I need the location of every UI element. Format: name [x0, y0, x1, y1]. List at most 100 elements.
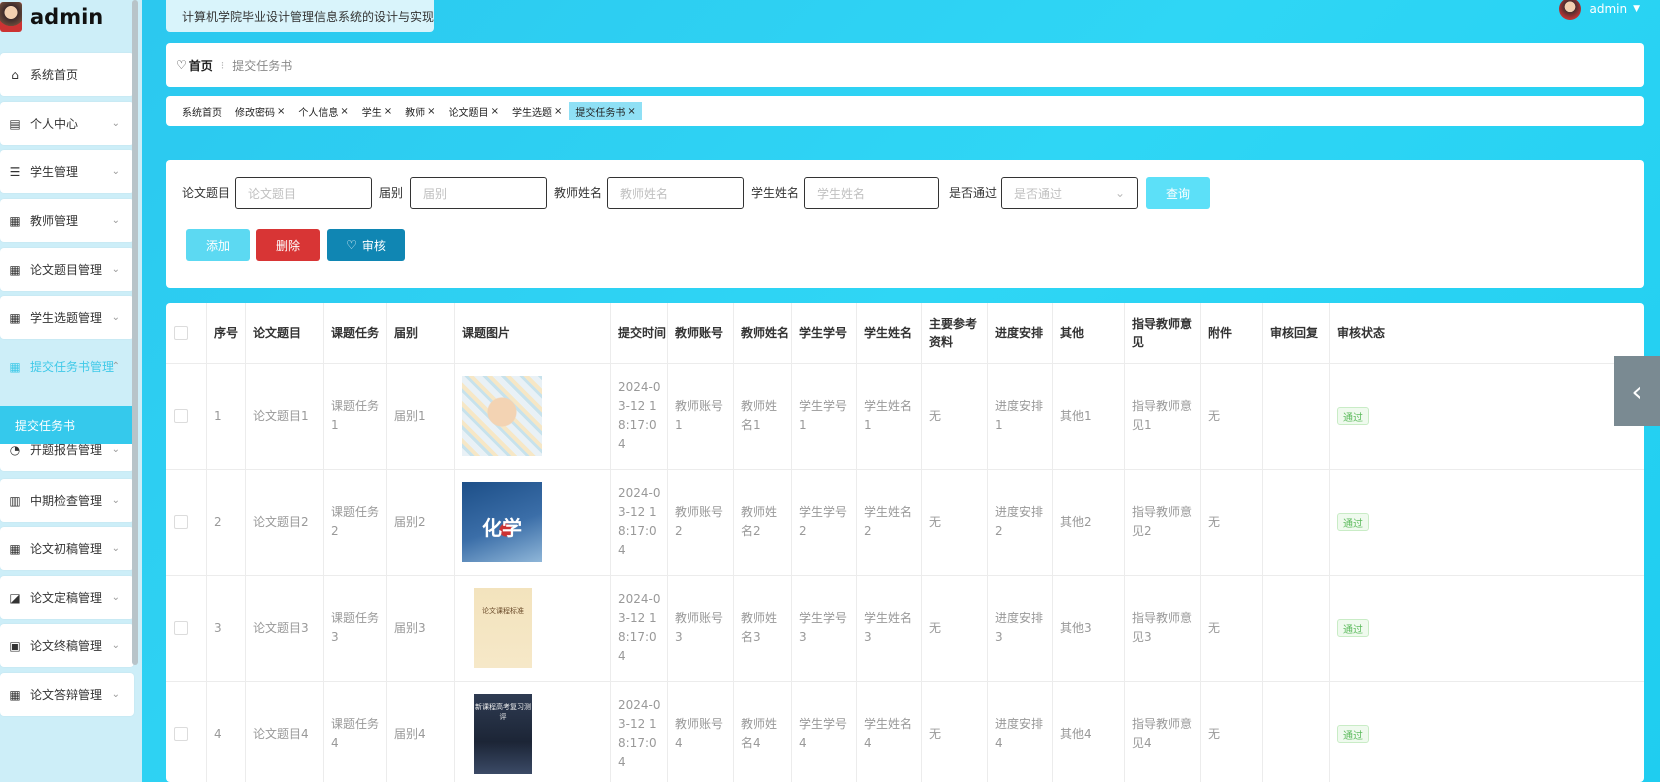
cell-attach: 无	[1200, 363, 1262, 469]
user-menu[interactable]: admin ▼	[1559, 0, 1640, 20]
cell-ref: 无	[921, 575, 987, 681]
cell-text: 教师账号4	[675, 717, 724, 750]
cell-stu_no: 学生学号2	[791, 469, 856, 575]
topic-image[interactable]	[462, 376, 542, 456]
tab-tag-label: 学生	[361, 107, 382, 119]
search-input[interactable]: 学生姓名	[804, 177, 939, 209]
checkbox[interactable]	[174, 409, 188, 423]
add-button[interactable]: 添加	[186, 229, 250, 261]
close-icon[interactable]: ×	[554, 106, 562, 117]
heart-icon: ♡	[176, 58, 187, 72]
breadcrumb-home[interactable]: 首页	[189, 57, 213, 74]
watermark: CSDN @程序员mxj	[1411, 744, 1646, 774]
sidebar-item-9[interactable]: ▥ 中期检查管理 ⌄	[0, 479, 134, 522]
sidebar-item-10[interactable]: ▦ 论文初稿管理 ⌄	[0, 527, 134, 570]
submenu-item-task-book[interactable]: 提交任务书	[0, 406, 134, 444]
sliders-icon: ☰	[9, 164, 21, 179]
tab-tag[interactable]: 学生选题 ×	[506, 102, 568, 120]
cell-text: 2024-03-12 18:17:04	[618, 698, 661, 769]
cell-stu_name: 学生姓名3	[856, 575, 921, 681]
tab-tag[interactable]: 学生 ×	[356, 102, 398, 120]
cell-text: 学生学号1	[799, 399, 848, 432]
caret-down-icon: ▼	[1633, 4, 1640, 14]
close-icon[interactable]: ×	[384, 106, 392, 117]
sidebar-item-6[interactable]: ▦ 学生选题管理 ⌄	[0, 296, 134, 339]
tab-tag[interactable]: 提交任务书 ×	[569, 102, 642, 120]
checkbox[interactable]	[174, 621, 188, 635]
topic-image[interactable]: 化学	[462, 482, 542, 562]
tab-tag[interactable]: 系统首页	[176, 102, 228, 120]
cell-time: 2024-03-12 18:17:04	[610, 681, 667, 782]
search-input[interactable]: 教师姓名	[607, 177, 744, 209]
tab-tag-label: 系统首页	[182, 107, 222, 119]
cell-text: 课题任务3	[331, 611, 380, 644]
cell-stu_name: 学生姓名4	[856, 681, 921, 782]
pass-select[interactable]: 是否通过 ⌄	[1001, 177, 1138, 209]
query-button[interactable]: 查询	[1146, 177, 1210, 209]
row-select-cell	[166, 363, 206, 469]
checkbox[interactable]	[174, 727, 188, 741]
cell-schedule: 进度安排2	[987, 469, 1052, 575]
sidebar-item-5[interactable]: ▦ 论文题目管理 ⌄	[0, 248, 134, 291]
cell-text: 无	[929, 408, 942, 423]
tab-tag[interactable]: 论文题目 ×	[443, 102, 505, 120]
sidebar-scrollbar[interactable]	[132, 0, 138, 665]
cell-title: 论文题目1	[245, 363, 323, 469]
cell-schedule: 进度安排1	[987, 363, 1052, 469]
delete-button[interactable]: 删除	[256, 229, 320, 261]
avatar[interactable]	[0, 2, 22, 32]
cell-text: 其他2	[1060, 514, 1092, 529]
search-input[interactable]: 论文题目	[235, 177, 372, 209]
cell-session: 届别3	[386, 575, 454, 681]
tab-tag[interactable]: 修改密码 ×	[229, 102, 291, 120]
row-select-cell	[166, 469, 206, 575]
audit-button[interactable]: ♡ 审核	[327, 229, 405, 261]
cell-reply	[1262, 363, 1329, 469]
close-icon[interactable]: ×	[277, 106, 285, 117]
cell-text: 2024-03-12 18:17:04	[618, 486, 661, 557]
close-icon[interactable]: ×	[627, 106, 635, 117]
cell-other: 其他2	[1052, 469, 1124, 575]
image-caption: 化学	[482, 516, 522, 540]
heart-icon: ♡	[346, 238, 357, 252]
header-select-all[interactable]	[166, 303, 206, 363]
sidebar-item-12[interactable]: ▣ 论文终稿管理 ⌄	[0, 624, 134, 667]
close-icon[interactable]: ×	[340, 106, 348, 117]
cell-opinion: 指导教师意见2	[1124, 469, 1200, 575]
bar-chart-icon: ▥	[9, 493, 21, 508]
checkbox[interactable]	[174, 515, 188, 529]
cell-teacher_name: 教师姓名3	[733, 575, 791, 681]
chevron-down-icon: ⌄	[111, 264, 120, 275]
sidebar-item-4[interactable]: ▦ 教师管理 ⌄	[0, 199, 134, 242]
brand: admin	[0, 0, 103, 34]
topic-image[interactable]: 新课程高考复习测评	[474, 694, 532, 774]
sidebar-item-2[interactable]: ▤ 个人中心 ⌄	[0, 102, 134, 145]
chevron-up-icon: ⌃	[111, 361, 120, 372]
brand-name: admin	[30, 5, 104, 29]
column-header: 指导教师意见	[1132, 317, 1193, 349]
checkbox[interactable]	[174, 326, 188, 340]
close-icon[interactable]: ×	[491, 106, 499, 117]
search-input[interactable]: 届别	[410, 177, 547, 209]
cell-text: 无	[1208, 726, 1221, 741]
cell-task: 课题任务3	[323, 575, 386, 681]
sidebar-item-7[interactable]: ▦ 提交任务书管理 ⌃	[0, 345, 134, 388]
delete-label: 删除	[275, 238, 300, 253]
chevron-down-icon: ⌄	[111, 166, 120, 177]
cell-text: 无	[1208, 514, 1221, 529]
cell-other: 其他4	[1052, 681, 1124, 782]
sidebar-item-1[interactable]: ⌂ 系统首页	[0, 53, 134, 96]
sidebar-item-11[interactable]: ◪ 论文定稿管理 ⌄	[0, 576, 134, 619]
close-icon[interactable]: ×	[427, 106, 435, 117]
tab-tag[interactable]: 教师 ×	[399, 102, 441, 120]
collapse-toggle[interactable]: ‹	[1614, 356, 1660, 426]
cell-text: 进度安排3	[995, 611, 1044, 644]
sidebar-item-13[interactable]: ▦ 论文答辩管理 ⌄	[0, 673, 134, 716]
input-placeholder: 论文题目	[248, 186, 297, 201]
sidebar-item-3[interactable]: ☰ 学生管理 ⌄	[0, 150, 134, 193]
pie-icon: ◔	[9, 442, 21, 457]
cell-session: 届别1	[386, 363, 454, 469]
tab-tag[interactable]: 个人信息 ×	[292, 102, 354, 120]
topic-image[interactable]: 论文课程标准	[474, 588, 532, 668]
sidebar-item-label: 系统首页	[30, 68, 79, 82]
